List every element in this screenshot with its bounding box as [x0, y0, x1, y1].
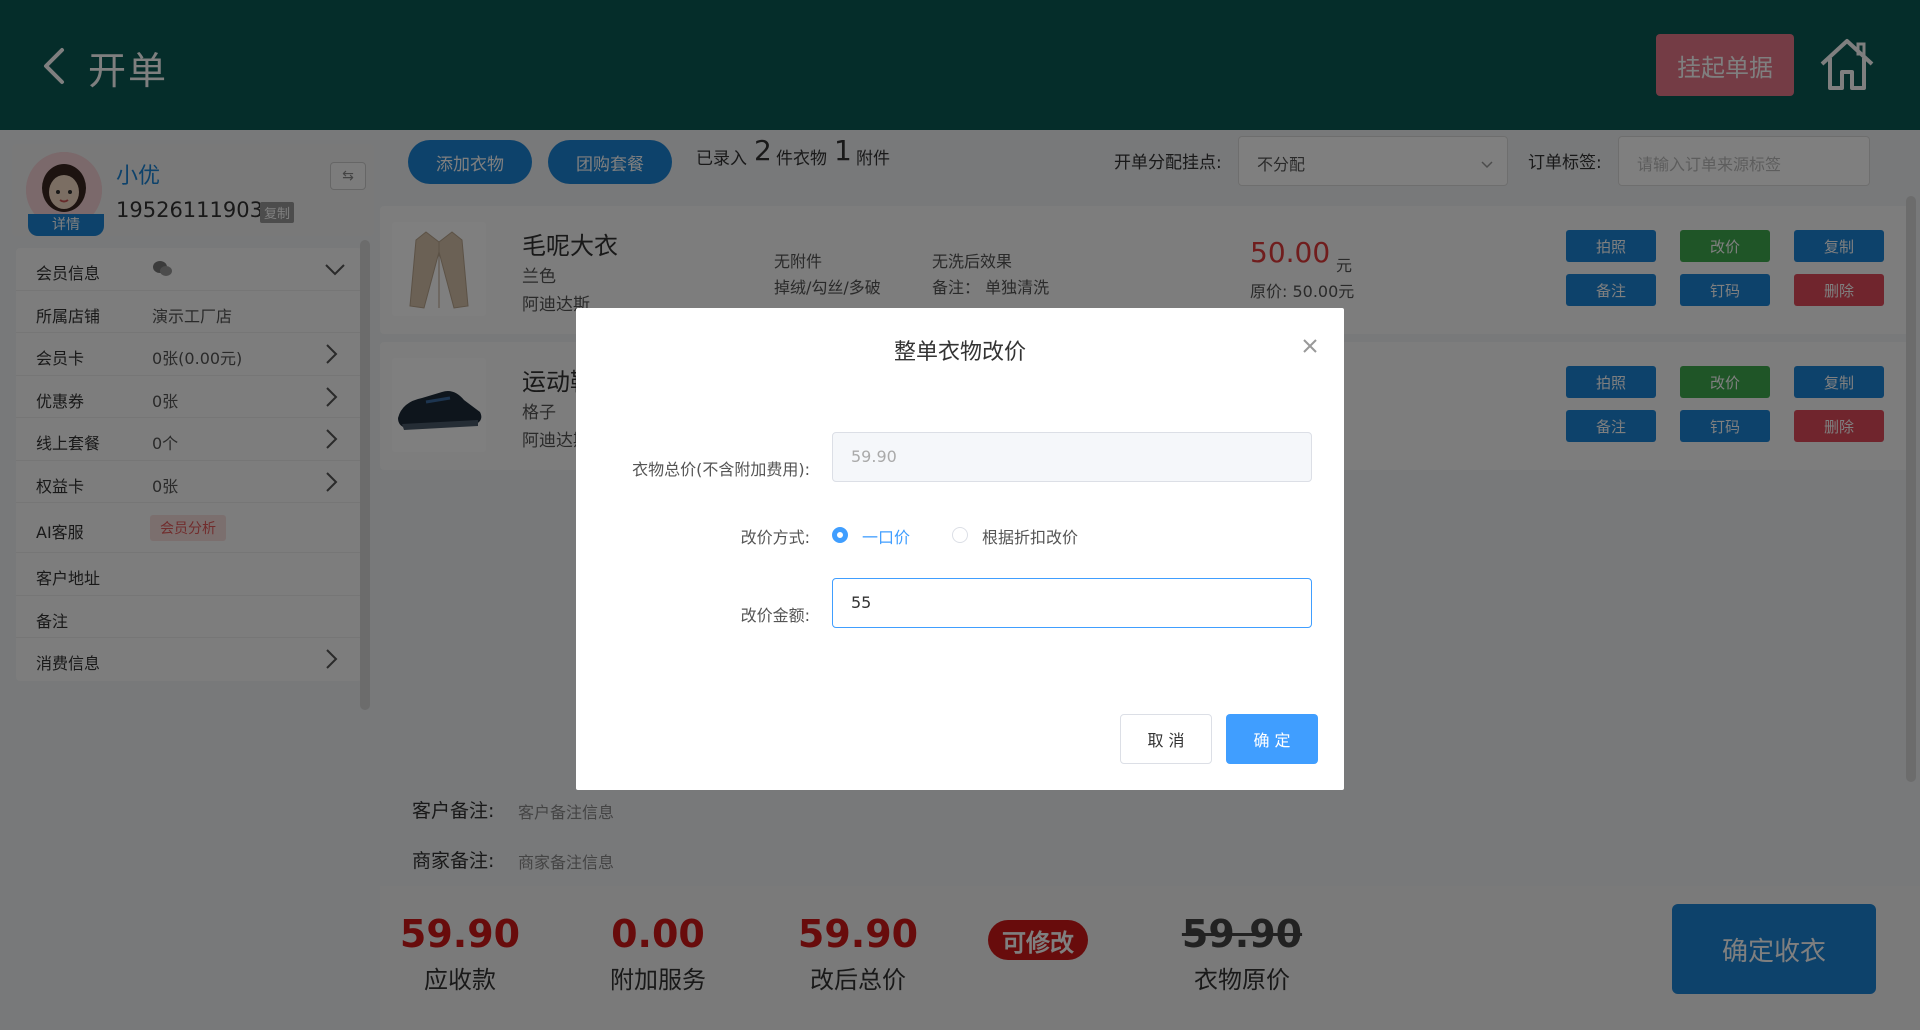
ok-button[interactable]: 确 定 [1226, 714, 1318, 764]
close-icon[interactable] [1296, 332, 1324, 360]
fixed-price-label[interactable]: 一口价 [862, 524, 910, 548]
fixed-price-radio[interactable] [832, 527, 848, 543]
discount-price-label[interactable]: 根据折扣改价 [982, 524, 1078, 548]
discount-price-radio[interactable] [952, 527, 968, 543]
amount-label: 改价金额: [740, 606, 810, 625]
amount-input[interactable]: 55 [832, 578, 1312, 628]
total-price-label: 衣物总价(不含附加费用): [632, 460, 810, 479]
cancel-button[interactable]: 取 消 [1120, 714, 1212, 764]
total-price-field: 59.90 [832, 432, 1312, 482]
dialog-title: 整单衣物改价 [893, 340, 1026, 365]
method-label: 改价方式: [740, 528, 810, 547]
change-price-dialog: 整单衣物改价 衣物总价(不含附加费用): 59.90 改价方式: 一口价 根据折… [576, 308, 1344, 790]
